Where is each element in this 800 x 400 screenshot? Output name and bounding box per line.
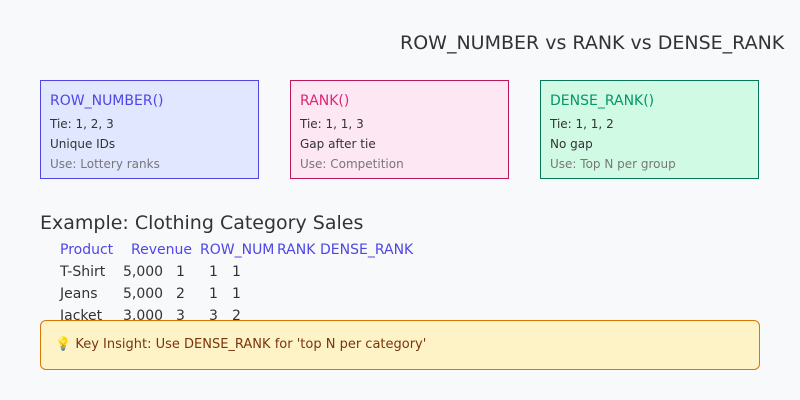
product-cell: T-Shirt [60, 264, 106, 280]
column-header-revenue: Revenue [131, 242, 192, 258]
column-header-dense-rank: DENSE_RANK [320, 242, 414, 258]
card-tie-example: Tie: 1, 1, 3 [300, 117, 364, 131]
row-num-cell: 2 [176, 286, 185, 302]
card-tie-example: Tie: 1, 1, 2 [550, 117, 614, 131]
card-use-case: Use: Competition [300, 157, 404, 171]
rank-card: RANK() Tie: 1, 1, 3 Gap after tie Use: C… [290, 80, 509, 179]
card-title: RANK() [300, 93, 350, 109]
rank-cell: 1 [209, 264, 218, 280]
revenue-cell: 5,000 [123, 286, 164, 302]
card-use-case: Use: Lottery ranks [50, 157, 160, 171]
dense-rank-cell: 1 [232, 286, 241, 302]
page-title: ROW_NUMBER vs RANK vs DENSE_RANK [400, 32, 785, 54]
card-tie-example: Tie: 1, 2, 3 [50, 117, 114, 131]
card-description: Unique IDs [50, 137, 116, 151]
row-num-cell: 1 [176, 264, 185, 280]
product-cell: Jeans [60, 286, 98, 302]
dense-rank-card: DENSE_RANK() Tie: 1, 1, 2 No gap Use: To… [540, 80, 759, 179]
card-use-case: Use: Top N per group [550, 157, 676, 171]
card-description: Gap after tie [300, 137, 376, 151]
key-insight-text: 💡 Key Insight: Use DENSE_RANK for 'top N… [55, 337, 427, 352]
rank-cell: 1 [209, 286, 218, 302]
column-header-rank: RANK [277, 242, 316, 258]
example-title: Example: Clothing Category Sales [40, 212, 364, 234]
card-title: DENSE_RANK() [550, 93, 655, 109]
dense-rank-cell: 1 [232, 264, 241, 280]
table-row: T-Shirt 5,000 1 1 1 [0, 264, 800, 286]
column-header-row-num: ROW_NUM [200, 242, 275, 258]
card-description: No gap [550, 137, 593, 151]
key-insight-callout: 💡 Key Insight: Use DENSE_RANK for 'top N… [40, 320, 760, 370]
revenue-cell: 5,000 [123, 264, 164, 280]
table-row: Jeans 5,000 2 1 1 [0, 286, 800, 308]
column-header-product: Product [60, 242, 114, 258]
row-number-card: ROW_NUMBER() Tie: 1, 2, 3 Unique IDs Use… [40, 80, 259, 179]
card-title: ROW_NUMBER() [50, 93, 164, 109]
